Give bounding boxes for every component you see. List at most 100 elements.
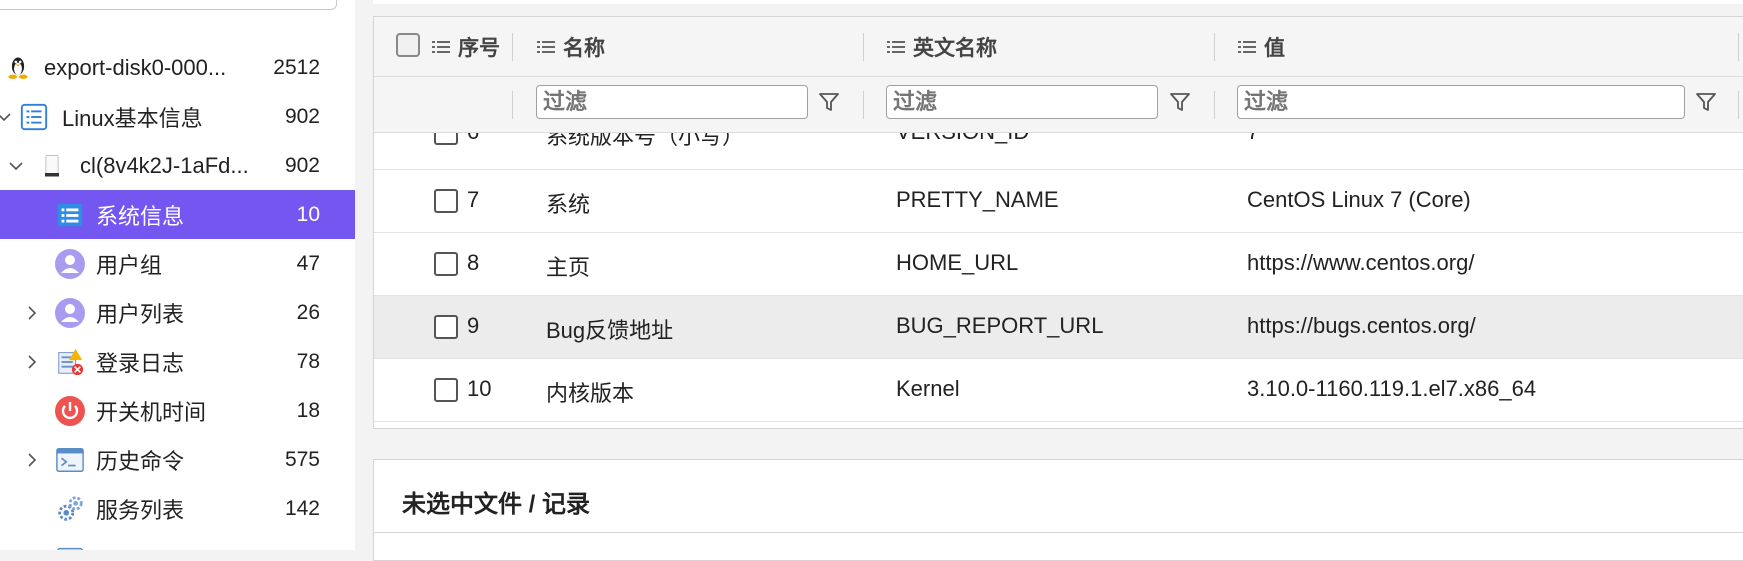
tree-item-count: 2512 [273, 55, 320, 79]
filter-funnel-icon[interactable] [1165, 87, 1195, 117]
column-header-value[interactable]: 值 [1238, 17, 1285, 76]
column-separator[interactable] [1738, 33, 1739, 61]
chevron-down-icon[interactable] [0, 109, 12, 125]
column-separator [512, 91, 513, 119]
tree-item-label: 服务列表 [96, 497, 185, 523]
cell-en-name: Kernel [896, 376, 960, 401]
column-separator [863, 91, 864, 119]
filter-funnel-icon[interactable] [814, 87, 844, 117]
tree-item-export-disk[interactable]: export-disk0-000... 2512 [0, 43, 355, 92]
chevron-down-icon[interactable] [8, 158, 24, 174]
column-separator [1214, 91, 1215, 119]
filter-input-value[interactable] [1237, 85, 1685, 119]
cell-index: 10 [467, 376, 492, 401]
row-checkbox[interactable] [434, 189, 458, 213]
login-log-icon [54, 346, 86, 378]
divider [374, 532, 1743, 533]
tree-item-count: 575 [284, 447, 320, 471]
cell-name: Bug反馈地址 [546, 318, 674, 343]
tree-item-label: 用户组 [96, 252, 163, 278]
sidebar: export-disk0-000... 2512 Linux基本信息 902 c… [0, 0, 355, 550]
tree-item-label: 用户列表 [96, 301, 185, 327]
tree-item-count: 47 [296, 251, 320, 275]
chevron-right-icon[interactable] [24, 354, 40, 370]
column-menu-icon[interactable] [887, 39, 905, 55]
tree-item-count: 78 [296, 349, 320, 373]
tree-item-linux-basic-info[interactable]: Linux基本信息 902 [0, 92, 355, 141]
detail-panel: 未选中文件 / 记录 [373, 459, 1743, 561]
list-icon [18, 101, 50, 133]
tree-item-history-commands[interactable]: 历史命令 575 [0, 435, 355, 484]
cell-name: 主页 [546, 255, 591, 280]
column-header-index[interactable]: 序号 [432, 17, 500, 76]
cell-value: https://www.centos.org/ [1247, 250, 1475, 275]
cell-index: 7 [467, 187, 480, 212]
row-checkbox[interactable] [434, 315, 458, 339]
user-list-icon [54, 297, 86, 329]
column-separator[interactable] [1214, 33, 1215, 61]
chevron-right-icon[interactable] [24, 452, 40, 468]
column-menu-icon[interactable] [537, 39, 555, 55]
column-header-label: 序号 [458, 36, 500, 60]
cell-en-name: HOME_URL [896, 250, 1019, 275]
filter-input-name[interactable] [536, 85, 808, 119]
tree-item-count: 142 [284, 496, 320, 520]
tree-item-label: export-disk0-000... [44, 54, 227, 80]
cell-name: 系统 [546, 192, 591, 217]
tree-item-system-info[interactable]: 系统信息 10 [0, 190, 355, 239]
row-checkbox[interactable] [434, 252, 458, 276]
service-gear-icon [54, 493, 86, 525]
splitter[interactable] [355, 0, 371, 550]
power-icon [54, 395, 86, 427]
top-strip [373, 0, 1743, 4]
filter-row [374, 77, 1743, 133]
column-header-name[interactable]: 名称 [537, 17, 605, 76]
column-header-label: 英文名称 [913, 36, 997, 60]
cell-value: https://bugs.centos.org/ [1247, 313, 1476, 338]
folder-icon [54, 542, 86, 550]
column-header-label: 值 [1264, 36, 1285, 60]
chevron-right-icon[interactable] [24, 305, 40, 321]
linux-penguin-icon [2, 52, 34, 84]
filter-input-en-name[interactable] [886, 85, 1158, 119]
select-all-checkbox[interactable] [396, 33, 420, 57]
tree-item-user-list[interactable]: 用户列表 26 [0, 288, 355, 337]
table-row[interactable]: 10 内核版本 Kernel 3.10.0-1160.119.1.el7.x86… [374, 359, 1743, 422]
tree-item-count: 10 [296, 202, 320, 226]
user-group-icon [54, 248, 86, 280]
tree-item-service-list[interactable]: 服务列表 142 [0, 484, 355, 533]
tree-item-power-time[interactable]: 开关机时间 18 [0, 386, 355, 435]
tree-item-count: 18 [296, 398, 320, 422]
grid-header: 序号 名称 英文名称 值 [374, 17, 1743, 77]
tree-item-partial[interactable] [0, 533, 355, 550]
column-menu-icon[interactable] [432, 39, 450, 55]
tree-item-label: 系统信息 [96, 203, 185, 229]
filter-funnel-icon[interactable] [1691, 87, 1721, 117]
table-row[interactable]: 7 系统 PRETTY_NAME CentOS Linux 7 (Core) [374, 170, 1743, 233]
cell-index: 9 [467, 313, 480, 338]
cell-value: CentOS Linux 7 (Core) [1247, 187, 1471, 212]
tree-item-disk[interactable]: cl(8v4k2J-1aFd... 902 [0, 141, 355, 190]
column-header-en-name[interactable]: 英文名称 [887, 17, 997, 76]
tree-item-label: Linux基本信息 [62, 105, 203, 131]
column-header-label: 名称 [563, 36, 605, 60]
tree-item-count: 902 [284, 104, 320, 128]
tree-item-count: 902 [284, 153, 320, 177]
column-separator[interactable] [512, 33, 513, 61]
tree-item-login-log[interactable]: 登录日志 78 [0, 337, 355, 386]
column-separator[interactable] [863, 33, 864, 61]
disk-icon [36, 150, 68, 182]
tree-item-user-group[interactable]: 用户组 47 [0, 239, 355, 288]
column-menu-icon[interactable] [1238, 39, 1256, 55]
sidebar-search-box[interactable] [0, 0, 337, 10]
tree-item-count: 26 [296, 300, 320, 324]
tree-item-label: 历史命令 [96, 448, 185, 474]
row-checkbox[interactable] [434, 378, 458, 402]
system-info-icon [54, 199, 86, 231]
cell-index: 8 [467, 250, 480, 275]
tree-item-label: cl(8v4k2J-1aFd... [80, 152, 249, 178]
table-row[interactable]: 8 主页 HOME_URL https://www.centos.org/ [374, 233, 1743, 296]
cell-value: 3.10.0-1160.119.1.el7.x86_64 [1247, 376, 1537, 401]
tree-item-label: 登录日志 [96, 350, 185, 376]
table-row[interactable]: 9 Bug反馈地址 BUG_REPORT_URL https://bugs.ce… [374, 296, 1743, 359]
